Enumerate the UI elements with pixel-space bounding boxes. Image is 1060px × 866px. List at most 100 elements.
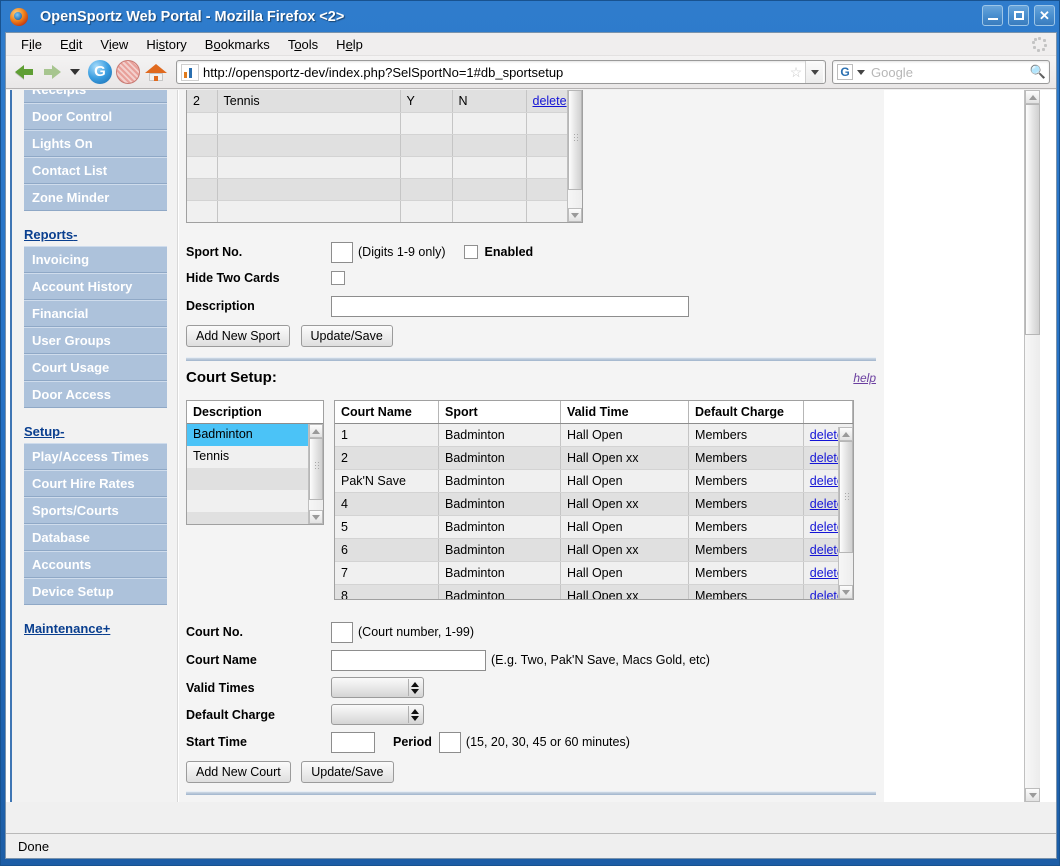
table-row[interactable] — [187, 134, 582, 157]
table-row[interactable]: 8 Badminton Hall Open xx Members delete — [335, 584, 853, 599]
search-bar[interactable]: G Google 🔍 — [832, 60, 1050, 84]
table-row[interactable] — [187, 112, 582, 135]
table-row[interactable] — [187, 156, 582, 179]
sidebar-heading-setup-link[interactable]: Setup — [24, 424, 60, 439]
add-new-sport-button[interactable]: Add New Sport — [186, 325, 291, 347]
table-row[interactable] — [187, 200, 582, 222]
stop-button[interactable] — [116, 60, 140, 84]
help-link[interactable]: help — [853, 371, 876, 385]
menu-view[interactable]: View — [91, 35, 137, 54]
add-new-court-button[interactable]: Add New Court — [186, 761, 291, 783]
enabled-checkbox[interactable] — [463, 245, 478, 259]
table-row[interactable]: 5 Badminton Hall Open Members delete — [335, 515, 853, 539]
menu-history[interactable]: History — [137, 35, 195, 54]
minimize-button[interactable] — [982, 5, 1003, 26]
scroll-down-button[interactable] — [309, 510, 323, 524]
list-item[interactable] — [187, 490, 323, 512]
sidebar-heading-maintenance[interactable]: Maintenance+ — [24, 621, 167, 636]
sidebar-heading-reports[interactable]: Reports- — [24, 227, 167, 242]
sidebar-item-account-history[interactable]: Account History — [24, 273, 167, 300]
update-save-sport-button[interactable]: Update/Save — [300, 325, 393, 347]
sidebar-item-invoicing[interactable]: Invoicing — [24, 246, 167, 273]
url-bar[interactable]: http://opensportz-dev/index.php?SelSport… — [176, 60, 826, 84]
sidebar-heading-maintenance-link[interactable]: Maintenance — [24, 621, 103, 636]
listbox-scrollbar[interactable] — [308, 424, 323, 524]
period-input[interactable] — [438, 731, 461, 753]
table-row[interactable]: 1 Badminton Hall Open Members delete — [335, 423, 853, 447]
list-item[interactable] — [187, 512, 323, 524]
scrollbar-thumb[interactable] — [309, 438, 323, 500]
delete-link[interactable]: delete — [533, 94, 567, 108]
sidebar-item-accounts[interactable]: Accounts — [24, 551, 167, 578]
court-table-scrollbar[interactable] — [838, 427, 853, 599]
scroll-up-button[interactable] — [839, 427, 853, 441]
menu-bookmarks[interactable]: Bookmarks — [196, 35, 279, 54]
bookmark-star-icon[interactable]: ☆ — [787, 64, 805, 81]
sidebar-item-database[interactable]: Database — [24, 524, 167, 551]
start-time-input[interactable] — [331, 731, 375, 753]
scroll-down-button[interactable] — [1025, 788, 1040, 802]
menu-file[interactable]: File — [12, 35, 51, 54]
sidebar-item-door-control[interactable]: Door Control — [24, 103, 167, 130]
search-engine-chevron-icon[interactable] — [857, 69, 865, 75]
table-row[interactable]: Pak'N Save Badminton Hall Open Members delet… — [335, 469, 853, 493]
page-scrollbar[interactable] — [1024, 90, 1040, 802]
table-row[interactable]: 2 Tennis Y N delete — [187, 90, 582, 113]
description-input[interactable] — [331, 295, 689, 317]
sidebar-item-court-usage[interactable]: Court Usage — [24, 354, 167, 381]
table-row[interactable]: 6 Badminton Hall Open xx Members delete — [335, 538, 853, 562]
sidebar-item-device-setup[interactable]: Device Setup — [24, 578, 167, 605]
sidebar-item-user-groups[interactable]: User Groups — [24, 327, 167, 354]
home-button[interactable] — [144, 60, 168, 84]
scroll-up-button[interactable] — [1025, 90, 1040, 104]
scroll-down-button[interactable] — [568, 208, 582, 222]
sidebar-item-play-access-times[interactable]: Play/Access Times — [24, 443, 167, 470]
reload-button[interactable]: G — [88, 60, 112, 84]
google-icon[interactable]: G — [837, 64, 853, 80]
menu-help[interactable]: Help — [327, 35, 372, 54]
sidebar-item-receipts[interactable]: Receipts — [24, 90, 167, 103]
sidebar-item-zone-minder[interactable]: Zone Minder — [24, 184, 167, 211]
table-row[interactable]: 4 Badminton Hall Open xx Members delete — [335, 492, 853, 516]
court-no-input[interactable] — [331, 621, 353, 643]
back-button[interactable] — [12, 60, 38, 84]
sidebar-heading-setup[interactable]: Setup- — [24, 424, 167, 439]
sidebar-item-financial[interactable]: Financial — [24, 300, 167, 327]
sport-table-scrollbar[interactable] — [567, 90, 582, 222]
court-name-input[interactable] — [331, 649, 486, 671]
table-row[interactable]: 2 Badminton Hall Open xx Members delete — [335, 446, 853, 470]
scrollbar-thumb[interactable] — [1025, 104, 1040, 335]
valid-times-select[interactable] — [331, 677, 424, 698]
sidebar-item-court-hire-rates[interactable]: Court Hire Rates — [24, 470, 167, 497]
url-dropdown-button[interactable] — [805, 61, 823, 83]
sport-no-input[interactable] — [331, 241, 353, 263]
chevron-down-icon[interactable] — [70, 69, 80, 75]
search-icon[interactable]: 🔍 — [1027, 64, 1049, 80]
scrollbar-thumb[interactable] — [839, 441, 853, 553]
scroll-down-button[interactable] — [839, 585, 853, 599]
menu-edit[interactable]: Edit — [51, 35, 91, 54]
table-row[interactable] — [187, 178, 582, 201]
sport-description-listbox[interactable]: Description Badminton Tennis — [186, 400, 324, 525]
sidebar-item-contact-list[interactable]: Contact List — [24, 157, 167, 184]
list-item[interactable]: Tennis — [187, 446, 323, 468]
sidebar-item-door-access[interactable]: Door Access — [24, 381, 167, 408]
list-item[interactable]: Badminton — [187, 424, 323, 446]
sidebar-item-lights-on[interactable]: Lights On — [24, 130, 167, 157]
sidebar-setup-sign[interactable]: - — [60, 424, 64, 439]
sidebar-heading-reports-link[interactable]: Reports — [24, 227, 73, 242]
scrollbar-thumb[interactable] — [568, 90, 582, 190]
forward-button[interactable] — [40, 60, 66, 84]
search-input[interactable]: Google — [871, 65, 1027, 80]
url-input[interactable]: http://opensportz-dev/index.php?SelSport… — [203, 65, 787, 80]
default-charge-select[interactable] — [331, 704, 424, 725]
list-item[interactable] — [187, 468, 323, 490]
sidebar-reports-sign[interactable]: - — [73, 227, 77, 242]
maximize-button[interactable] — [1008, 5, 1029, 26]
scroll-up-button[interactable] — [309, 424, 323, 438]
sidebar-item-sports-courts[interactable]: Sports/Courts — [24, 497, 167, 524]
hide-two-cards-checkbox[interactable] — [331, 271, 345, 285]
sidebar-maintenance-sign[interactable]: + — [103, 621, 111, 636]
table-row[interactable]: 7 Badminton Hall Open Members delete — [335, 561, 853, 585]
close-button[interactable]: ✕ — [1034, 5, 1055, 26]
